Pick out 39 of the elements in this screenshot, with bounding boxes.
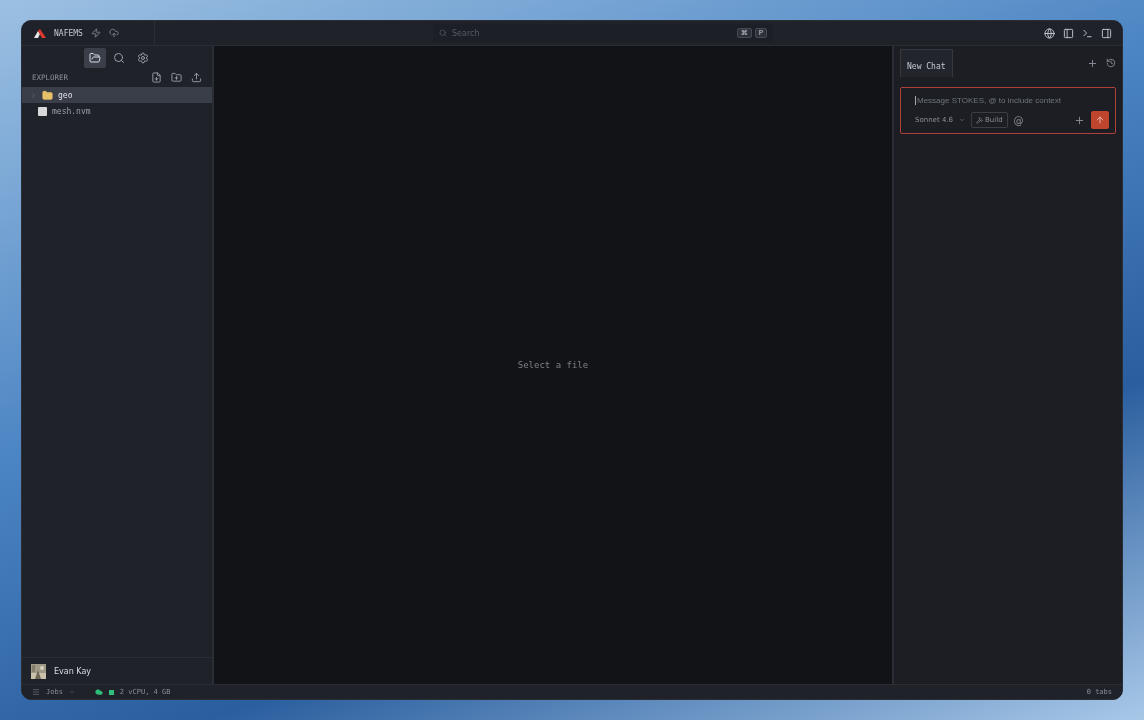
item-label: geo	[58, 90, 73, 100]
menu-icon	[32, 688, 40, 696]
plus-icon[interactable]	[1087, 57, 1098, 69]
chevron-icon	[30, 91, 37, 99]
globe-icon[interactable]	[1044, 27, 1055, 39]
lightning-icon[interactable]	[90, 28, 101, 38]
folder-icon	[42, 89, 53, 101]
message-field[interactable]: Message STOKES, @ to include context	[915, 96, 1109, 105]
empty-message: Select a file	[517, 360, 589, 370]
hammer-icon	[976, 116, 983, 124]
panel-left-icon[interactable]	[1063, 27, 1074, 39]
item-label: mesh.nvm	[52, 106, 91, 116]
file-icon	[38, 106, 47, 116]
user-name: Evan Kay	[54, 666, 92, 676]
settings-icon	[137, 52, 149, 64]
file-tree-item[interactable]: mesh.nvm	[22, 103, 212, 119]
caret-icon	[68, 689, 75, 695]
search-icon	[439, 29, 447, 37]
new-file-icon[interactable]	[151, 72, 162, 83]
arrow-up-icon	[1095, 115, 1105, 125]
cloud-icon	[94, 688, 103, 696]
plus-icon[interactable]	[1074, 114, 1085, 126]
mention-button[interactable]: @	[1013, 114, 1024, 126]
upload-icon[interactable]	[191, 72, 202, 83]
sidebar-tool-button[interactable]	[84, 48, 106, 68]
status-indicator	[108, 689, 114, 695]
history-icon[interactable]	[1106, 58, 1116, 68]
caret-icon	[959, 117, 965, 123]
search-icon	[113, 52, 125, 64]
cloud-upload-icon[interactable]	[108, 28, 119, 38]
terminal-icon[interactable]	[1082, 27, 1093, 39]
file-tree-item[interactable]: geo	[22, 87, 212, 103]
new-folder-icon[interactable]	[171, 72, 182, 83]
logo-icon	[34, 28, 46, 38]
app-name: NAFEMS	[54, 28, 83, 38]
chat-tab[interactable]: New Chat	[900, 49, 953, 77]
search-placeholder: Search	[452, 28, 480, 38]
folder-icon	[89, 52, 101, 64]
panel-right-icon[interactable]	[1101, 27, 1112, 39]
